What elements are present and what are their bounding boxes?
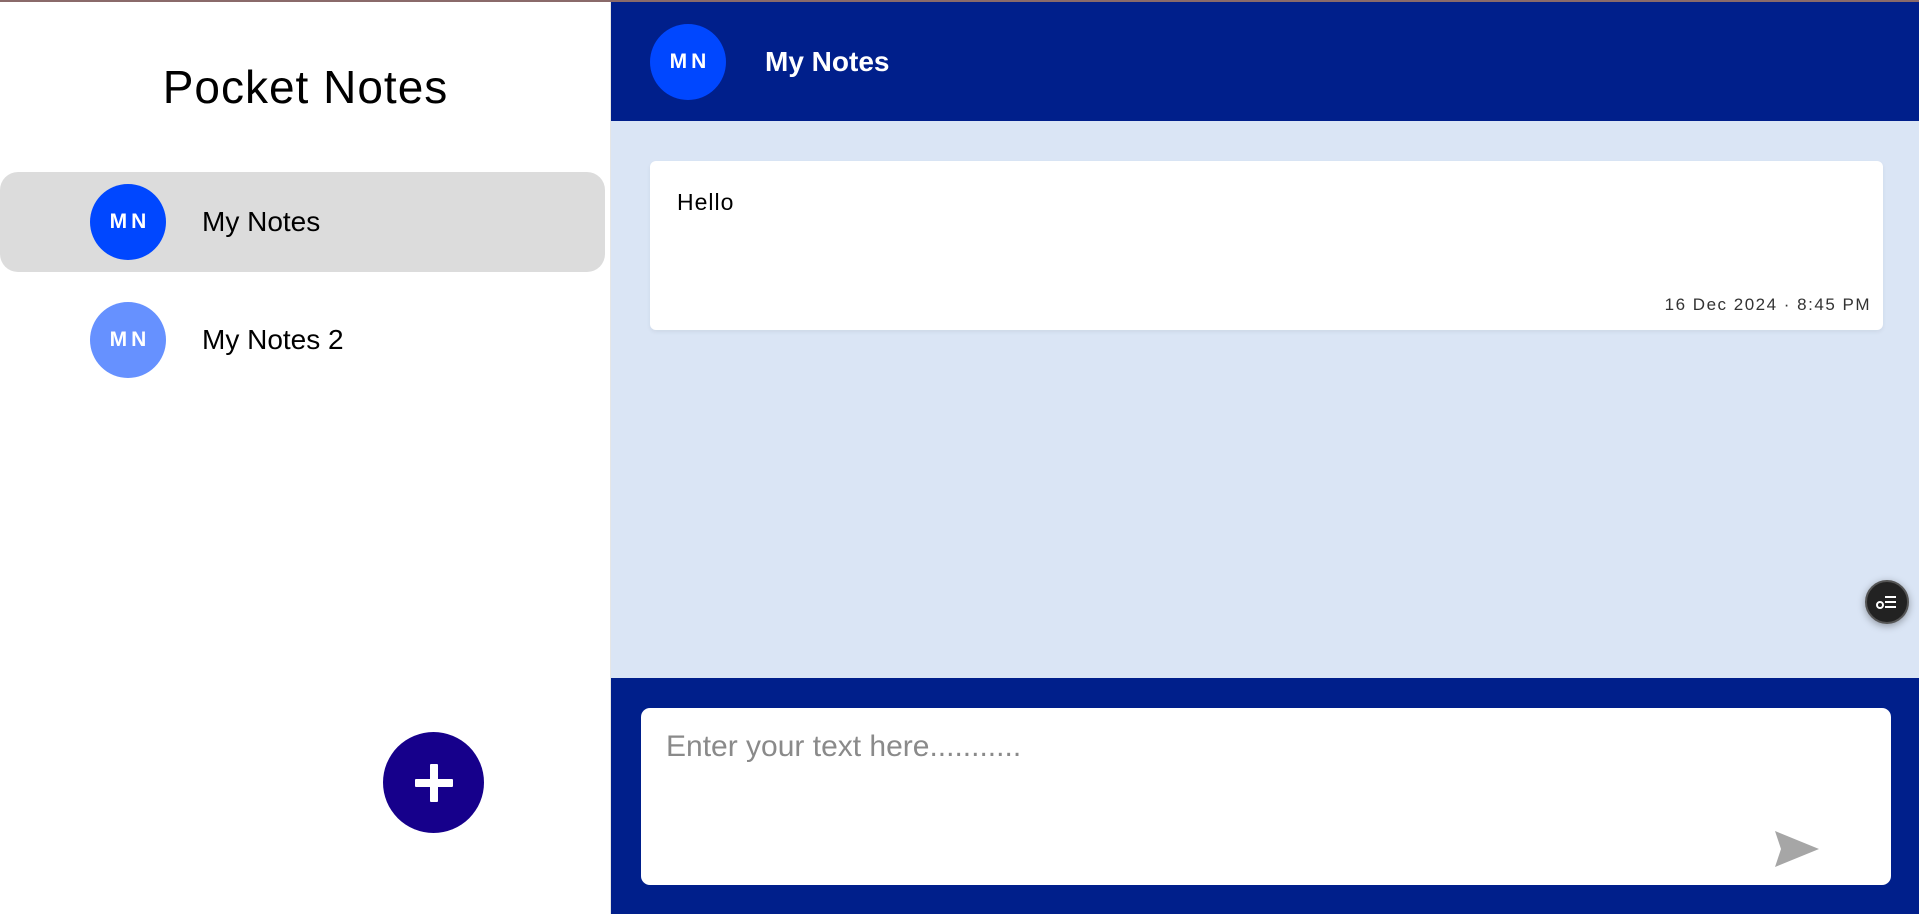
note-text: Hello <box>677 189 735 215</box>
group-name: My Notes <box>202 206 321 237</box>
notes-list: Hello 16 Dec 2024 · 8:45 PM <box>611 121 1919 678</box>
note-card: Hello 16 Dec 2024 · 8:45 PM <box>650 161 1883 330</box>
group-item-my-notes-2[interactable]: MN My Notes 2 <box>0 290 605 390</box>
group-list: MN My Notes MN My Notes 2 <box>0 172 605 408</box>
settings-list-icon[interactable] <box>1865 580 1909 624</box>
send-button[interactable] <box>1773 829 1821 869</box>
app-title: Pocket Notes <box>162 61 449 113</box>
sidebar: Pocket Notes MN My Notes MN My Notes 2 <box>0 2 611 914</box>
add-group-button[interactable] <box>383 732 484 833</box>
note-timestamp: 16 Dec 2024 · 8:45 PM <box>1664 295 1871 314</box>
group-avatar: MN <box>90 302 166 378</box>
group-item-my-notes[interactable]: MN My Notes <box>0 172 605 272</box>
group-avatar: MN <box>90 184 166 260</box>
app-window: Pocket Notes MN My Notes MN My Notes 2 M… <box>0 0 1919 914</box>
group-name: My Notes 2 <box>202 324 344 355</box>
notes-header: MN My Notes <box>611 2 1919 121</box>
send-arrow-icon <box>1775 831 1819 867</box>
composer-box <box>641 708 1891 885</box>
header-title: My Notes <box>765 45 890 77</box>
composer <box>611 678 1919 914</box>
note-input[interactable] <box>641 708 1891 885</box>
notes-panel: MN My Notes Hello 16 Dec 2024 · 8:45 PM <box>611 2 1919 914</box>
plus-icon <box>414 763 453 802</box>
header-avatar: MN <box>650 23 726 100</box>
